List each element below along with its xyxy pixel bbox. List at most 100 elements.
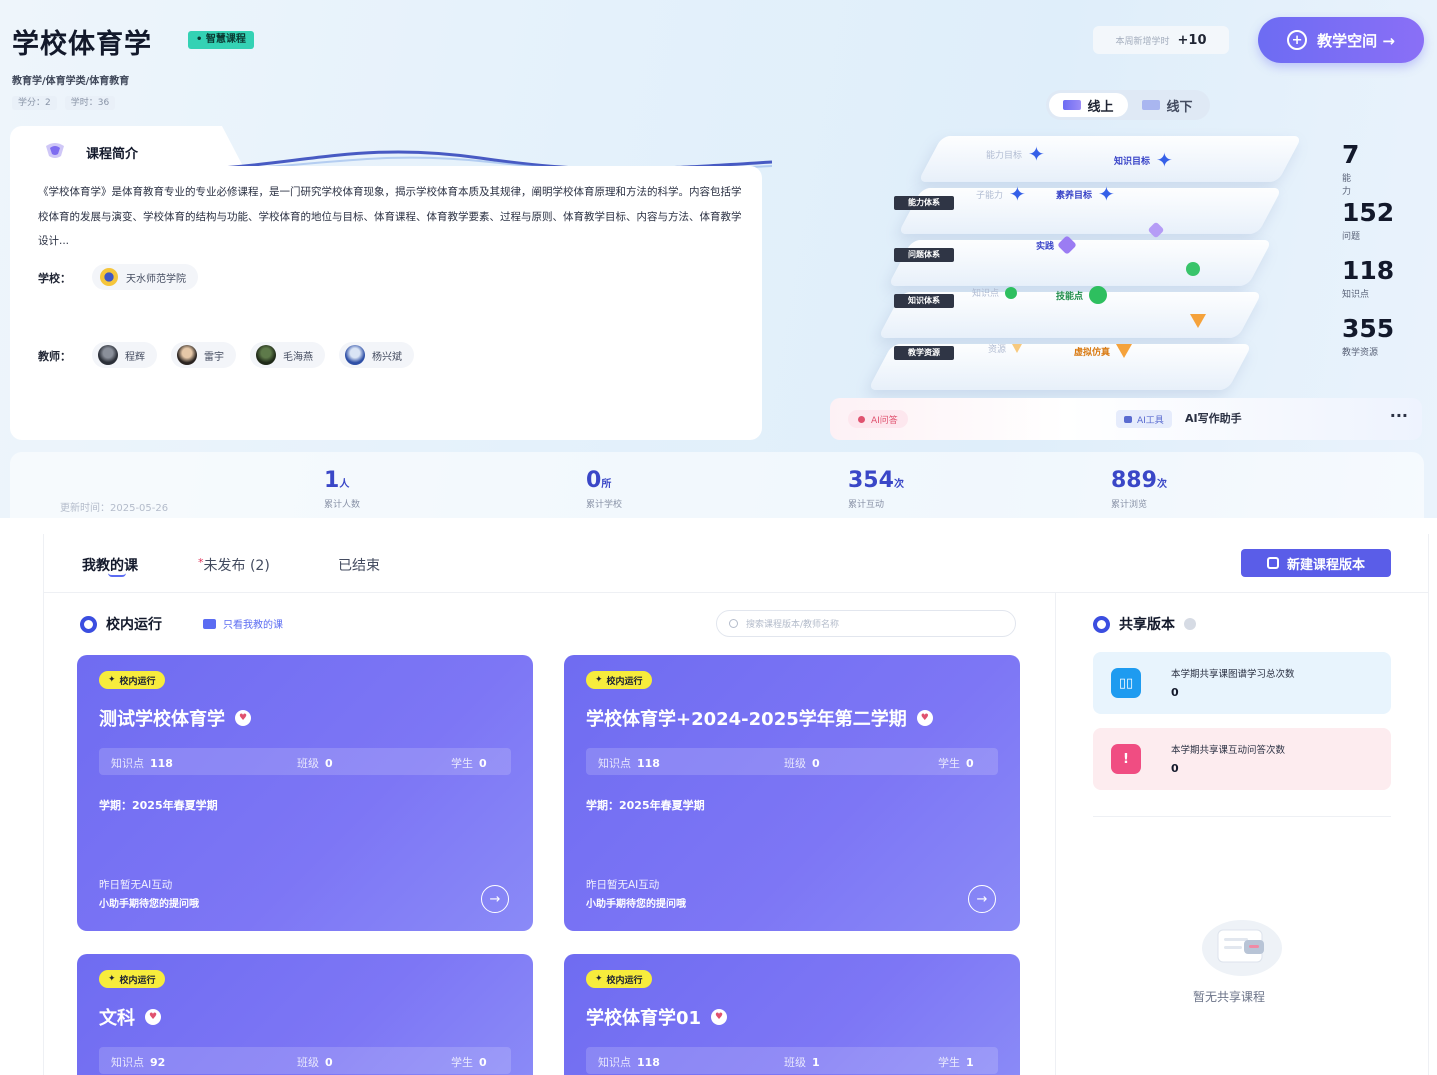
arrow-right-icon[interactable]: → xyxy=(481,885,509,913)
empty-state-icon xyxy=(1202,920,1282,976)
teacher-pill[interactable]: 程辉 xyxy=(92,342,157,368)
green-dot-icon xyxy=(1186,262,1200,276)
course-stats: 知识点 118 班级 0 学生 0 xyxy=(99,748,511,775)
green-dot-icon xyxy=(1005,286,1018,299)
stat-key: 学生 xyxy=(938,757,960,770)
info-icon[interactable] xyxy=(1184,618,1196,630)
stat-key: 学生 xyxy=(451,757,473,770)
new-course-version-button[interactable]: 新建课程版本 xyxy=(1241,549,1391,577)
course-card[interactable]: ✦ 校内运行 测试学校体育学 ♥ 知识点 118 班级 0 学生 0 学期：2025年春夏… xyxy=(77,655,533,931)
heart-icon[interactable]: ♥ xyxy=(711,1009,728,1025)
shared-card-value: 0 xyxy=(1171,762,1179,775)
heart-icon[interactable]: ♥ xyxy=(235,710,251,726)
only-mine-filter[interactable]: 只看我教的课 xyxy=(203,616,283,631)
course-card[interactable]: ✦ 校内运行 文科 ♥ 知识点 92 班级 0 学生 0 xyxy=(77,954,533,1075)
school-logo-icon xyxy=(100,268,118,286)
course-term: 学期：2025年春夏学期 xyxy=(99,799,218,812)
sparkle-icon: ✦ xyxy=(595,675,603,685)
ai-tool-button[interactable]: AI工具 xyxy=(1116,410,1172,428)
stat-value: 0 xyxy=(325,757,333,770)
course-title: 学校体育学01 ♥ xyxy=(586,1004,728,1030)
teacher-pill[interactable]: 杨兴斌 xyxy=(339,342,414,368)
ai-toolbar: AI问答 AI工具 AI写作助手 ··· xyxy=(830,398,1422,440)
teacher-list: 程辉 雷宇 毛海燕 杨兴斌 xyxy=(92,342,414,368)
heart-icon[interactable]: ♥ xyxy=(145,1009,161,1025)
mode-online-option[interactable]: 线上 xyxy=(1049,93,1128,117)
mode-offline-option[interactable]: 线下 xyxy=(1128,93,1207,117)
campus-title-label: 校内运行 xyxy=(106,617,162,633)
tab-ended[interactable]: 已结束 xyxy=(338,555,380,575)
course-title: 学校体育学+2024-2025学年第二学期 ♥ xyxy=(586,705,933,731)
school-pill[interactable]: 天水师范学院 xyxy=(92,264,198,290)
teacher-label: 教师： xyxy=(38,350,71,363)
knowledge-layers-graphic: 能力体系 问题体系 知识体系 教学资源 能力目标 ✦ 知识目标 ✦ 子能力 ✦ 素养目… xyxy=(860,128,1303,390)
campus-badge: ✦ 校内运行 xyxy=(99,671,165,689)
stat-value: 152 xyxy=(1342,198,1395,227)
stat-label: 知识点 xyxy=(1342,290,1370,300)
tab-unpublished[interactable]: *未发布 (2) xyxy=(198,555,270,575)
course-title-text: 学校体育学+2024-2025学年第二学期 xyxy=(586,709,907,730)
course-card[interactable]: ✦ 校内运行 学校体育学01 ♥ 知识点 118 班级 1 学生 1 xyxy=(564,954,1020,1075)
ai-qa-label: AI问答 xyxy=(871,415,898,426)
new-icon xyxy=(1266,557,1279,569)
stat-resources: 355 教学资源 xyxy=(1342,316,1394,358)
course-term: 学期：2025年春夏学期 xyxy=(586,799,705,812)
node-label: 虚拟仿真 xyxy=(1074,347,1111,358)
node-sub-ability: 子能力 ✦ xyxy=(976,184,1026,204)
stat-value: 118 xyxy=(637,757,660,770)
tab-unpublished-label: 未发布 (2) xyxy=(203,558,270,574)
stat-value: 0 xyxy=(325,1056,333,1069)
shared-section-title: 共享版本 xyxy=(1093,614,1196,634)
plus-icon: + xyxy=(1287,30,1308,50)
shared-title-label: 共享版本 xyxy=(1119,617,1175,633)
stat-key: 班级 xyxy=(784,1056,806,1069)
avatar xyxy=(345,345,365,365)
study-hours-label: 本周新增学时 xyxy=(1115,36,1170,47)
stat-value: 0 xyxy=(966,757,974,770)
ai-writer-link[interactable]: AI写作助手 xyxy=(1185,410,1242,428)
student-stat: 学生 0 xyxy=(938,755,974,771)
stat-key: 知识点 xyxy=(598,757,631,770)
shared-card-label: 本学期共享课图谱学习总次数 xyxy=(1171,669,1295,680)
teaching-space-button[interactable]: + 教学空间 → xyxy=(1258,17,1424,63)
shared-card-value: 0 xyxy=(1171,686,1179,699)
layer-tag: 教学资源 xyxy=(894,346,954,360)
node-practice: 实践 xyxy=(1036,235,1077,255)
tab-my-courses[interactable]: 我教的课 xyxy=(82,555,138,575)
ai-hint: 小助手期待您的提问哦 xyxy=(586,899,686,910)
ai-qa-button[interactable]: AI问答 xyxy=(848,410,908,428)
stat-total-schools: 0所 累计学校 xyxy=(586,470,622,511)
stat-label: 教学资源 xyxy=(1342,348,1379,358)
teacher-pill[interactable]: 毛海燕 xyxy=(250,342,325,368)
stat-value: 118 xyxy=(150,757,173,770)
stat-value: 118 xyxy=(1342,256,1395,285)
intro-text: 《学校体育学》是体育教育专业的专业必修课程，是一门研究学校体育现象，揭示学校体育… xyxy=(38,186,742,247)
campus-badge: ✦ 校内运行 xyxy=(586,970,652,988)
course-type-badge: • 智慧课程 xyxy=(188,31,254,49)
course-search-input[interactable]: 搜索课程版本/教师名称 xyxy=(716,610,1016,637)
node-diamond xyxy=(1147,221,1165,239)
stat-value: 7 xyxy=(1342,140,1360,169)
arrow-right-icon[interactable]: → xyxy=(968,885,996,913)
stat-knowledge-points: 118 知识点 xyxy=(1342,258,1394,300)
sparkle-icon: ✦ xyxy=(1028,142,1045,166)
stat-key: 班级 xyxy=(297,1056,319,1069)
campus-badge: ✦ 校内运行 xyxy=(586,671,652,689)
sparkle-icon: ✦ xyxy=(595,974,603,984)
kp-stat: 知识点 92 xyxy=(111,1054,165,1070)
teacher-name: 杨兴斌 xyxy=(372,351,402,363)
course-title: 文科 ♥ xyxy=(99,1004,161,1030)
node-label: 知识点 xyxy=(972,289,1000,299)
more-icon[interactable]: ··· xyxy=(1390,406,1408,425)
stat-value: 1 xyxy=(966,1056,974,1069)
course-card[interactable]: ✦ 校内运行 学校体育学+2024-2025学年第二学期 ♥ 知识点 118 班级 0 … xyxy=(564,655,1020,931)
intro-title: 课程简介 xyxy=(86,147,139,162)
node-label: 子能力 xyxy=(976,190,1004,201)
heart-icon[interactable]: ♥ xyxy=(916,710,933,726)
stat-label: 能力 xyxy=(1342,174,1352,197)
teaching-space-label: 教学空间 → xyxy=(1317,31,1395,50)
intro-icon xyxy=(46,143,64,158)
checkbox-icon[interactable] xyxy=(203,618,216,629)
class-stat: 班级 1 xyxy=(784,1054,820,1070)
teacher-pill[interactable]: 雷宇 xyxy=(171,342,236,368)
